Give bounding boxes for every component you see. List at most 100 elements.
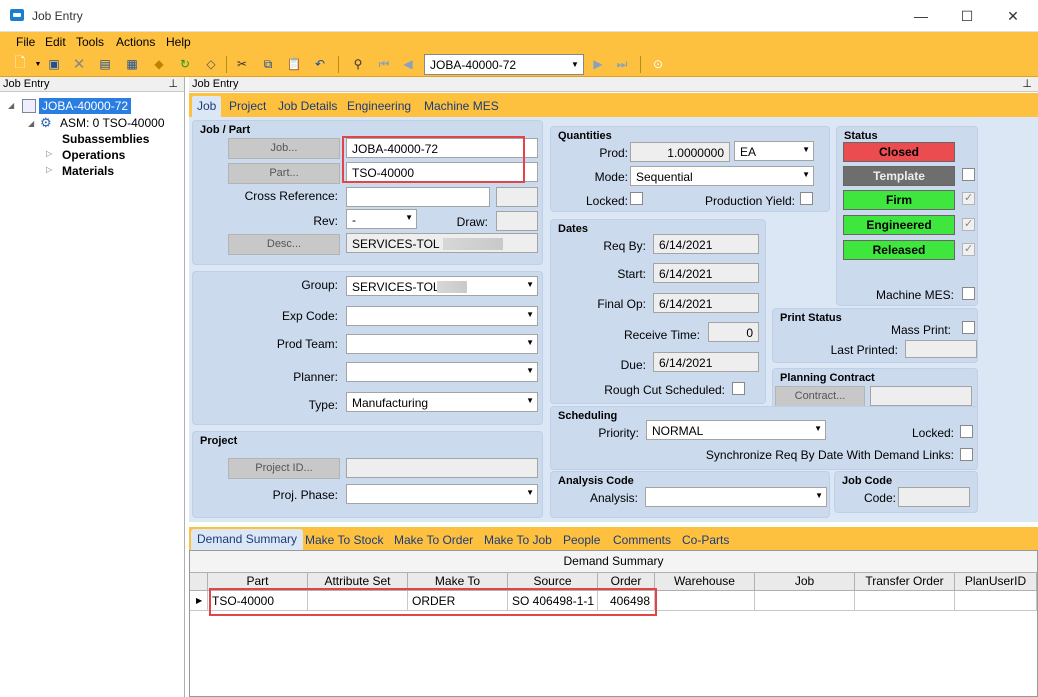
chevron-down-icon[interactable]: ▼ [526, 280, 534, 289]
machine-mes-checkbox[interactable] [962, 287, 975, 300]
template-status-button[interactable]: Template [843, 166, 955, 186]
rev-combo[interactable]: - ▼ [346, 209, 417, 229]
draw-field[interactable] [496, 211, 538, 231]
due-field[interactable]: 6/14/2021 [653, 352, 759, 372]
menu-actions[interactable]: Actions [116, 35, 155, 49]
tab-job-details[interactable]: Job Details [278, 99, 337, 113]
last-record-icon[interactable]: ⏭ [614, 56, 630, 72]
mass-print-checkbox[interactable] [962, 321, 975, 334]
rough-cut-checkbox[interactable] [732, 382, 745, 395]
tab-make-to-job[interactable]: Make To Job [484, 533, 552, 547]
proj-phase-combo[interactable]: ▼ [346, 484, 538, 504]
paste-icon[interactable]: 📋 [286, 56, 302, 72]
engineered-status-button[interactable]: Engineered [843, 215, 955, 235]
project-id-field[interactable] [346, 458, 538, 478]
tree-item-operations[interactable]: Operations [62, 148, 125, 162]
expand-icon[interactable]: ▷ [46, 165, 52, 174]
exp-code-combo[interactable]: ▼ [346, 306, 538, 326]
cross-reference-extra-field[interactable] [496, 187, 538, 207]
locked-checkbox[interactable] [630, 192, 643, 205]
cross-reference-field[interactable] [346, 187, 490, 207]
chevron-down-icon[interactable]: ▼ [802, 145, 810, 154]
req-by-field[interactable]: 6/14/2021 [653, 234, 759, 254]
production-yield-checkbox[interactable] [800, 192, 813, 205]
uom-combo[interactable]: EA ▼ [734, 141, 814, 161]
priority-combo[interactable]: NORMAL ▼ [646, 420, 826, 440]
maximize-icon[interactable]: ☐ [944, 0, 990, 32]
analysis-combo[interactable]: ▼ [645, 487, 827, 507]
tab-make-to-order[interactable]: Make To Order [394, 533, 473, 547]
row-selector-icon[interactable]: ▶ [190, 591, 208, 611]
next-record-icon[interactable]: ▶ [590, 56, 606, 72]
last-printed-field[interactable] [905, 340, 977, 358]
chevron-down-icon[interactable]: ▼ [567, 55, 583, 74]
prod-team-combo[interactable]: ▼ [346, 334, 538, 354]
part-button[interactable]: Part... [228, 163, 340, 184]
chevron-down-icon[interactable]: ▼ [526, 366, 534, 375]
chevron-down-icon[interactable]: ▼ [815, 491, 823, 500]
close-icon[interactable]: ✕ [990, 0, 1036, 32]
cut-icon[interactable]: ✂ [234, 56, 250, 72]
previous-record-icon[interactable]: ◀ [400, 56, 416, 72]
tree-item-materials[interactable]: Materials [62, 164, 114, 178]
chevron-down-icon[interactable]: ▼ [526, 488, 534, 497]
table-cell[interactable] [955, 591, 1037, 611]
tab-make-to-stock[interactable]: Make To Stock [305, 533, 383, 547]
tab-machine-mes[interactable]: Machine MES [424, 99, 499, 113]
eraser-icon[interactable]: ◇ [203, 56, 219, 72]
final-op-field[interactable]: 6/14/2021 [653, 293, 759, 313]
grid-icon[interactable]: ▦ [124, 56, 140, 72]
chevron-down-icon[interactable]: ▼ [526, 338, 534, 347]
released-checkbox[interactable] [962, 242, 975, 256]
template-checkbox[interactable] [962, 168, 975, 181]
column-header-warehouse[interactable]: Warehouse [655, 573, 755, 591]
collapse-icon[interactable]: ◢ [8, 101, 14, 110]
released-status-button[interactable]: Released [843, 240, 955, 260]
column-header-planuserid[interactable]: PlanUserID [955, 573, 1037, 591]
collapse-icon[interactable]: ◢ [28, 119, 34, 128]
prod-quantity-field[interactable]: 1.0000000 [630, 142, 730, 162]
first-record-icon[interactable]: ⏮ [376, 56, 392, 72]
expand-icon[interactable]: ▷ [46, 149, 52, 158]
tree-item-asm[interactable]: ASM: 0 TSO-40000 [60, 116, 165, 130]
pin-icon[interactable]: ⊥ [168, 77, 178, 91]
project-id-button[interactable]: Project ID... [228, 458, 340, 479]
chevron-down-icon[interactable]: ▼ [526, 310, 534, 319]
chevron-down-icon[interactable]: ▼ [526, 396, 534, 405]
group-combo[interactable]: SERVICES-TOL ▼ [346, 276, 538, 296]
description-field[interactable]: SERVICES-TOL [346, 233, 538, 253]
tab-people[interactable]: People [563, 533, 600, 547]
tab-job[interactable]: Job [192, 96, 222, 117]
contract-field[interactable] [870, 386, 972, 406]
new-icon[interactable]: 🗋 [12, 54, 28, 72]
tab-engineering[interactable]: Engineering [347, 99, 411, 113]
firm-status-button[interactable]: Firm [843, 190, 955, 210]
column-header-job[interactable]: Job [755, 573, 855, 591]
desc-button[interactable]: Desc... [228, 234, 340, 255]
menu-file[interactable]: File [16, 35, 35, 49]
copy-icon[interactable]: ⧉ [260, 56, 276, 72]
tab-co-parts[interactable]: Co-Parts [682, 533, 729, 547]
binoculars-icon[interactable]: ⚲ [350, 56, 366, 72]
menu-tools[interactable]: Tools [76, 35, 104, 49]
tab-demand-summary[interactable]: Demand Summary [191, 529, 304, 550]
contract-button[interactable]: Contract... [775, 386, 865, 407]
menu-edit[interactable]: Edit [45, 35, 66, 49]
mode-combo[interactable]: Sequential ▼ [630, 166, 814, 186]
book-icon[interactable]: ▤ [97, 56, 113, 72]
new-dropdown-icon[interactable]: ▼ [30, 56, 46, 72]
save-icon[interactable]: ▣ [46, 56, 62, 72]
start-field[interactable]: 6/14/2021 [653, 263, 759, 283]
table-cell[interactable] [755, 591, 855, 611]
engineered-checkbox[interactable] [962, 217, 975, 231]
refresh-icon[interactable]: ↻ [177, 56, 193, 72]
tree-item-subassemblies[interactable]: Subassemblies [62, 132, 149, 146]
code-field[interactable] [898, 487, 970, 507]
tab-project[interactable]: Project [229, 99, 266, 113]
delete-icon[interactable]: ✕ [71, 56, 87, 73]
minimize-icon[interactable]: — [898, 0, 944, 32]
undo-icon[interactable]: ↶ [312, 56, 328, 72]
pin-icon[interactable]: ⊥ [1022, 77, 1032, 91]
chevron-down-icon[interactable]: ▼ [405, 213, 413, 222]
closed-status-button[interactable]: Closed [843, 142, 955, 162]
